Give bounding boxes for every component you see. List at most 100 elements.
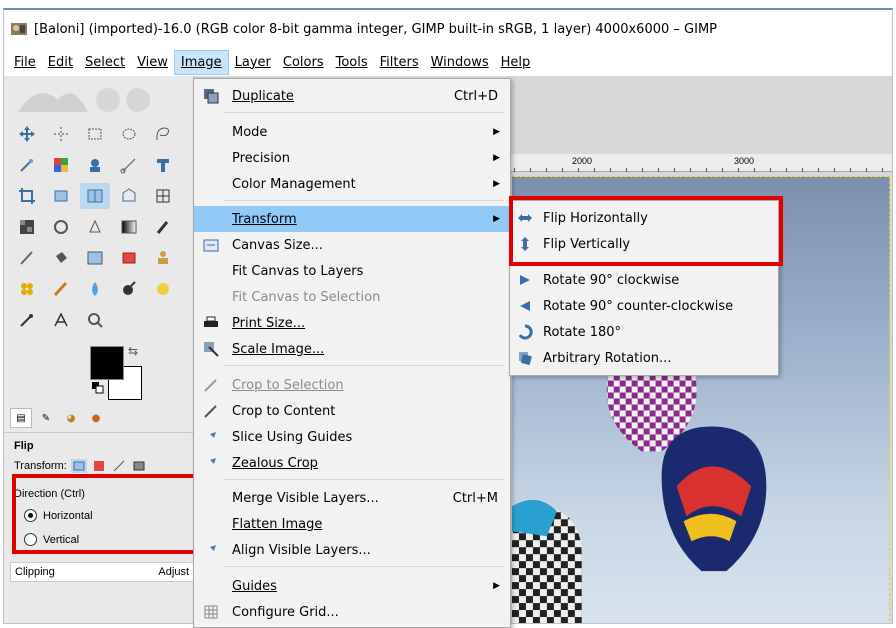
grid-icon bbox=[202, 603, 220, 621]
menu-separator bbox=[224, 112, 504, 113]
ellipse-select-icon[interactable] bbox=[114, 121, 144, 147]
plugin-icon bbox=[202, 428, 220, 446]
move-tool-icon[interactable] bbox=[12, 121, 42, 147]
menu-item-zealous-crop[interactable]: Zealous Crop bbox=[194, 450, 510, 476]
menu-item-mode[interactable]: Mode ▶ bbox=[194, 119, 510, 145]
color-picker-tool-icon[interactable] bbox=[148, 152, 178, 178]
menu-item-merge-visible[interactable]: Merge Visible Layers... Ctrl+M bbox=[194, 485, 510, 511]
smudge-tool-icon[interactable] bbox=[12, 245, 42, 271]
menu-separator bbox=[224, 479, 504, 480]
text-tool-icon[interactable] bbox=[148, 276, 178, 302]
ruler-label-3000: 3000 bbox=[734, 156, 755, 166]
swap-colors-icon[interactable]: ⇆ bbox=[128, 344, 138, 358]
ruler-tick bbox=[802, 168, 803, 172]
ruler-tick bbox=[530, 168, 531, 172]
layer-transform-icon[interactable] bbox=[70, 459, 87, 473]
crop-icon bbox=[202, 376, 220, 394]
dock-tabs: ▤ ✎ ◕ ● bbox=[10, 408, 110, 430]
menu-item-arbitrary-rotation[interactable]: Arbitrary Rotation... bbox=[510, 345, 778, 371]
menu-item-flatten[interactable]: Flatten Image bbox=[194, 511, 510, 537]
menu-file[interactable]: File bbox=[8, 51, 42, 74]
free-select-icon[interactable] bbox=[148, 121, 178, 147]
select-by-color-icon[interactable] bbox=[46, 152, 76, 178]
heal-tool-icon[interactable] bbox=[46, 214, 76, 240]
zoom-tool-icon[interactable] bbox=[80, 307, 110, 333]
menu-item-align-visible[interactable]: Align Visible Layers... bbox=[194, 537, 510, 563]
menu-item-scale-image[interactable]: Scale Image... bbox=[194, 336, 510, 362]
image-transform-icon[interactable] bbox=[131, 459, 147, 473]
fuzzy-select-icon[interactable] bbox=[12, 152, 42, 178]
menu-item-canvas-size[interactable]: Canvas Size... bbox=[194, 232, 510, 258]
ruler-tick bbox=[866, 168, 867, 172]
menu-windows[interactable]: Windows bbox=[425, 51, 495, 74]
stamp-tool-icon[interactable] bbox=[148, 245, 178, 271]
menu-colors[interactable]: Colors bbox=[277, 51, 330, 74]
eraser-tool-icon[interactable] bbox=[114, 245, 144, 271]
foreground-color[interactable] bbox=[90, 346, 124, 380]
scale-image-icon bbox=[202, 340, 220, 358]
ruler-tick bbox=[738, 168, 739, 172]
clipping-row[interactable]: Clipping Adjust bbox=[10, 562, 194, 582]
gradient-tool-icon[interactable] bbox=[114, 214, 144, 240]
tool-options-tab-icon[interactable]: ▤ bbox=[10, 408, 32, 428]
cage-transform-icon[interactable] bbox=[114, 183, 144, 209]
direction-annotation-box bbox=[12, 474, 198, 554]
menu-view[interactable]: View bbox=[131, 51, 174, 74]
rect-select-icon[interactable] bbox=[80, 121, 110, 147]
menu-select[interactable]: Select bbox=[79, 51, 131, 74]
menu-tools[interactable]: Tools bbox=[330, 51, 374, 74]
gradients-tab-icon[interactable]: ● bbox=[85, 408, 107, 428]
brushes-tab-icon[interactable]: ✎ bbox=[35, 408, 57, 428]
menu-item-rotate-90-cw[interactable]: Rotate 90° clockwise bbox=[510, 267, 778, 293]
airbrush-icon[interactable] bbox=[12, 276, 42, 302]
path-transform-icon[interactable] bbox=[111, 459, 127, 473]
duplicate-icon bbox=[202, 87, 220, 105]
clone-tool-icon[interactable] bbox=[80, 214, 110, 240]
menu-item-color-management[interactable]: Color Management ▶ bbox=[194, 171, 510, 197]
gimp-app-icon bbox=[11, 23, 27, 35]
ink-tool-icon[interactable] bbox=[46, 276, 76, 302]
crop-content-icon bbox=[202, 402, 220, 420]
menu-item-rotate-90-ccw[interactable]: Rotate 90° counter-clockwise bbox=[510, 293, 778, 319]
rotate-cw-icon bbox=[516, 271, 534, 289]
menu-help[interactable]: Help bbox=[495, 51, 537, 74]
warp-transform-icon[interactable] bbox=[148, 183, 178, 209]
wilber-banner-icon bbox=[18, 88, 150, 112]
menu-item-slice-guides[interactable]: Slice Using Guides bbox=[194, 424, 510, 450]
menu-separator bbox=[224, 200, 504, 201]
measure-tool-icon[interactable] bbox=[46, 307, 76, 333]
printer-icon bbox=[202, 314, 220, 332]
pattern-icon[interactable] bbox=[12, 214, 42, 240]
bucket-fill-icon[interactable] bbox=[46, 245, 76, 271]
menu-item-guides[interactable]: Guides ▶ bbox=[194, 573, 510, 599]
menu-item-crop-content[interactable]: Crop to Content bbox=[194, 398, 510, 424]
menu-edit[interactable]: Edit bbox=[42, 51, 79, 74]
menu-item-print-size[interactable]: Print Size... bbox=[194, 310, 510, 336]
crop-tool-icon[interactable] bbox=[12, 183, 42, 209]
blend-icon[interactable] bbox=[80, 245, 110, 271]
menu-layer[interactable]: Layer bbox=[229, 51, 277, 74]
burn-tool-icon[interactable] bbox=[114, 276, 144, 302]
menu-item-fit-canvas-layers[interactable]: Fit Canvas to Layers bbox=[194, 258, 510, 284]
menu-filters[interactable]: Filters bbox=[374, 51, 425, 74]
flip-tool-icon[interactable] bbox=[80, 182, 110, 209]
menu-image[interactable]: Image bbox=[173, 49, 229, 75]
patterns-tab-icon[interactable]: ◕ bbox=[60, 408, 82, 428]
menu-separator bbox=[224, 566, 504, 567]
menu-item-precision[interactable]: Precision ▶ bbox=[194, 145, 510, 171]
menu-item-duplicate[interactable]: Duplicate Ctrl+D bbox=[194, 83, 510, 109]
menu-item-configure-grid[interactable]: Configure Grid... bbox=[194, 599, 510, 625]
align-tool-icon[interactable] bbox=[46, 121, 76, 147]
paths-tool-icon[interactable] bbox=[114, 152, 144, 178]
eyedropper-icon[interactable] bbox=[12, 307, 42, 333]
foreground-select-icon[interactable] bbox=[80, 152, 110, 178]
ruler-tick bbox=[690, 168, 691, 172]
menu-item-rotate-180[interactable]: Rotate 180° bbox=[510, 319, 778, 345]
menu-item-transform[interactable]: Transform ▶ bbox=[194, 206, 510, 232]
ruler-tick bbox=[818, 168, 819, 172]
paintbrush-tool-icon[interactable] bbox=[148, 214, 178, 240]
dodge-burn-icon[interactable] bbox=[80, 276, 110, 302]
selection-transform-icon[interactable] bbox=[91, 459, 107, 473]
unified-transform-icon[interactable] bbox=[46, 183, 76, 209]
reset-colors-icon[interactable] bbox=[92, 382, 104, 394]
